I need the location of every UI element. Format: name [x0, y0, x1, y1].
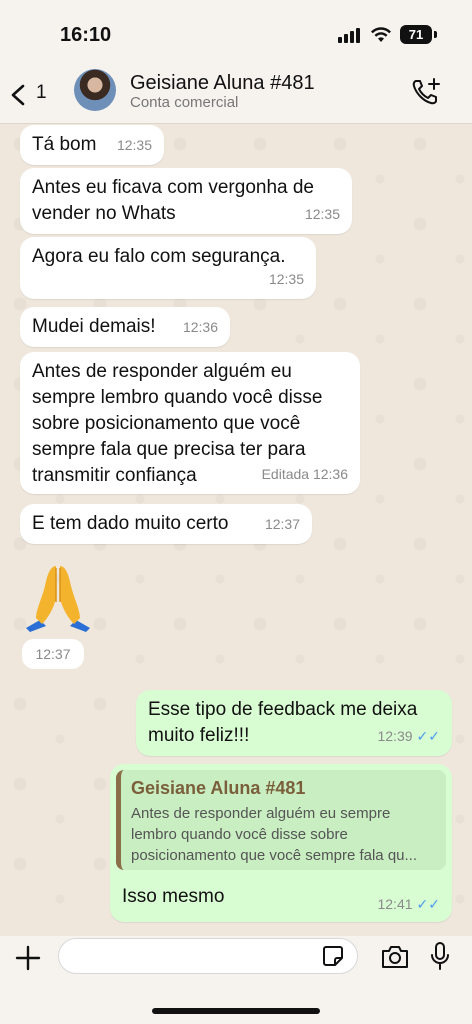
message-time: 12:35	[268, 271, 304, 287]
camera-icon[interactable]	[380, 944, 410, 970]
cellular-signal-icon	[338, 27, 362, 43]
read-ticks-icon: ✓✓	[416, 896, 440, 912]
message-meta: 12:39 ✓✓	[377, 723, 440, 749]
message-time: 12:37	[22, 639, 84, 669]
message-input[interactable]	[58, 938, 358, 974]
chat-area[interactable]: Tá bom 12:35 Antes eu ficava com vergonh…	[0, 124, 472, 936]
status-bar: 16:10 71	[0, 0, 472, 66]
add-call-icon[interactable]	[410, 76, 442, 108]
message-time: 12:35	[304, 206, 340, 222]
message-bubble[interactable]: Agora eu falo com segurança. 12:35	[20, 237, 316, 299]
wifi-icon	[371, 27, 391, 42]
message-text: Agora eu falo com segurança.	[32, 246, 286, 267]
message-bubble[interactable]: Antes de responder alguém eu sempre lemb…	[20, 352, 360, 494]
message-time: 12:36	[182, 319, 218, 335]
message-bubble[interactable]: Antes eu ficava com vergonha de vender n…	[20, 168, 352, 234]
message-time: 12:35	[116, 137, 152, 153]
sticker-icon[interactable]	[322, 945, 344, 967]
quoted-message[interactable]: Geisiane Aluna #481 Antes de responder a…	[116, 770, 446, 870]
message-text: Isso mesmo	[122, 886, 225, 907]
message-bubble[interactable]: E tem dado muito certo 12:37	[20, 504, 312, 544]
message-bubble[interactable]: Tá bom 12:35	[20, 125, 164, 165]
message-time: 12:37	[264, 516, 300, 532]
contact-name[interactable]: Geisiane Aluna #481	[130, 72, 315, 95]
reply-message-bubble[interactable]: Geisiane Aluna #481 Antes de responder a…	[110, 764, 452, 922]
message-time: 12:39	[377, 728, 413, 744]
outgoing-message-bubble[interactable]: Esse tipo de feedback me deixa muito fel…	[136, 690, 452, 756]
plus-icon[interactable]	[14, 944, 42, 972]
message-time: Editada 12:36	[261, 466, 348, 482]
message-meta: 12:41 ✓✓	[377, 896, 440, 913]
home-indicator	[152, 1008, 320, 1014]
message-text: E tem dado muito certo	[32, 513, 229, 534]
quoted-text: Antes de responder alguém eu sempre lemb…	[131, 805, 418, 864]
microphone-icon[interactable]	[430, 941, 450, 971]
battery-indicator: 71	[400, 25, 432, 44]
battery-tip	[434, 31, 437, 38]
message-time: 12:41	[377, 896, 413, 912]
contact-subtitle: Conta comercial	[130, 94, 239, 111]
chevron-left-icon	[11, 84, 25, 106]
composer-bar	[0, 936, 472, 1024]
message-text: Antes eu ficava com vergonha de vender n…	[32, 177, 315, 224]
read-ticks-icon: ✓✓	[416, 728, 440, 744]
quoted-author: Geisiane Aluna #481	[131, 778, 306, 798]
status-time: 16:10	[60, 24, 112, 46]
chat-header: 1 Geisiane Aluna #481 Conta comercial	[0, 66, 472, 124]
unread-count: 1	[36, 82, 47, 103]
message-bubble[interactable]: Mudei demais! 12:36	[20, 307, 230, 347]
avatar[interactable]	[74, 69, 116, 111]
praying-hands-emoji[interactable]	[20, 562, 96, 632]
